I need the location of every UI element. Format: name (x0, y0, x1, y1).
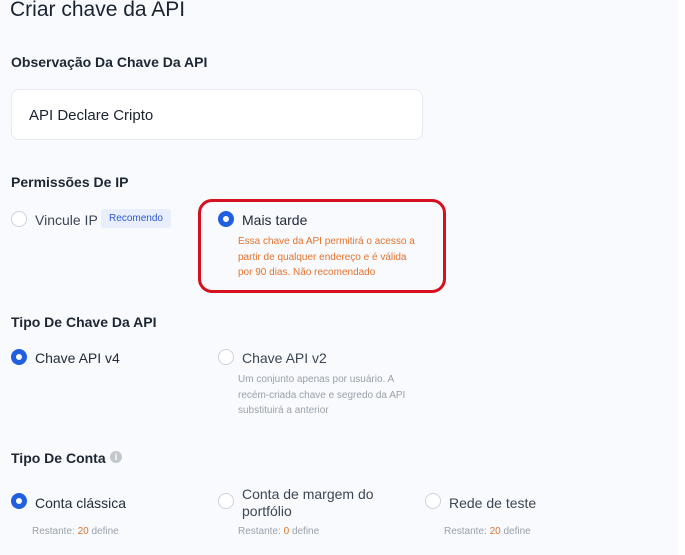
account-type-label: Tipo De Conta (11, 450, 106, 466)
classic-account-label[interactable]: Conta clássica (35, 495, 126, 512)
testnet-remaining: Restante: 20 define (444, 526, 531, 537)
ip-permissions-label: Permissões De IP (11, 174, 129, 190)
testnet-label[interactable]: Rede de teste (449, 495, 536, 512)
key-v4-label[interactable]: Chave API v4 (35, 350, 120, 367)
portfolio-margin-radio[interactable] (218, 493, 234, 509)
bind-ip-label[interactable]: Vincule IP (35, 212, 98, 229)
portfolio-margin-label[interactable]: Conta de margem do portfólio (242, 486, 374, 520)
key-v2-radio[interactable] (218, 349, 234, 365)
key-v2-description: Um conjunto apenas por usuário. A recém-… (238, 374, 406, 416)
testnet-radio[interactable] (425, 493, 441, 509)
key-v2-label[interactable]: Chave API v2 (242, 350, 327, 367)
highlight-annotation (198, 199, 446, 293)
key-v4-radio[interactable] (11, 349, 27, 365)
info-icon[interactable]: i (110, 451, 122, 463)
note-label: Observação Da Chave Da API (11, 54, 208, 70)
bind-ip-radio[interactable] (11, 211, 27, 227)
page-title: Criar chave da API (10, 0, 186, 21)
note-input-value: API Declare Cripto (29, 107, 154, 124)
key-type-label: Tipo De Chave Da API (11, 314, 157, 330)
api-key-form-panel: Criar chave da API Observação Da Chave D… (0, 0, 678, 555)
recommended-badge: Recomendo (101, 209, 171, 228)
classic-account-radio[interactable] (11, 493, 27, 509)
classic-account-remaining: Restante: 20 define (32, 526, 119, 537)
note-input[interactable]: API Declare Cripto (11, 89, 423, 140)
portfolio-margin-remaining: Restante: 0 define (238, 526, 320, 537)
